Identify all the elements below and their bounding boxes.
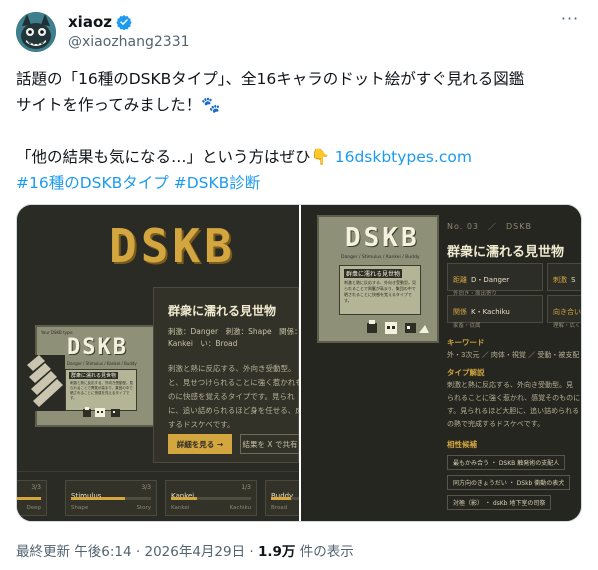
screen-logo: DSKB [345, 223, 420, 253]
bar-score: 3/3 [141, 484, 151, 491]
bar-track [271, 497, 299, 500]
compat-item[interactable]: 同方向のきょうだい ・ DSkb 衝動の表犬 [447, 475, 571, 490]
score-bar-buddy: Buddy Broad [265, 480, 299, 516]
compat-item[interactable]: 最もかみ合う ・ DSKB 触発術の支配人 [447, 455, 566, 470]
attr-relation: 関係 K・Kachiku 家畜・従属 [447, 295, 543, 329]
bar-fill [71, 497, 125, 500]
display-name[interactable]: xiaoz [68, 13, 112, 31]
card-title: 群衆に濡れる見世物 [168, 304, 277, 318]
bar-fill [17, 497, 41, 500]
hashtag-dskb[interactable]: #DSKB診断 [174, 174, 261, 192]
bar-pole-right: Deep [26, 505, 42, 511]
attr-label: 関係 [453, 308, 467, 316]
screen-box-text: 刺激と熱に反応する、外向き受動型。見られることで興奮が高まり、集団の中で晒される… [344, 280, 416, 303]
bar-fill [171, 497, 198, 500]
score-bar-stimulus: Stimulus 3/3 Shape Story [65, 480, 157, 516]
bar-score: 3/3 [31, 484, 41, 491]
timestamp[interactable]: 最終更新 午後6:14 · 2026年4月29日 · [16, 544, 258, 560]
screen-logo: DSKB [67, 335, 128, 360]
tweet-text: 話題の「16種のDSKBタイプ」、全16キャラのドット絵がすぐ見れる図鑑 サイト… [16, 66, 576, 196]
media-image-left[interactable]: DSKB Your DSKB type: DSKB Danger / Stimu… [17, 205, 299, 521]
attr-value: K・Kachiku [471, 308, 510, 316]
more-options-icon[interactable]: ··· [558, 11, 582, 32]
name-line: xiaoz [68, 13, 132, 31]
screen-sub: Danger / Stimulus / Kankei / Buddy [67, 361, 137, 366]
type-desc-line-4: の熱で完成するドスケベです。 [447, 420, 545, 428]
avatar[interactable] [16, 12, 56, 52]
handle[interactable]: @xiaozhang2331 [68, 34, 190, 50]
score-bar-danger: 3/3 Deep [17, 480, 47, 516]
type-screenshot: DSKB Danger / Stimulus / Kankei / Buddy … [317, 215, 439, 343]
keyword-text: 外・3次元 ／ 肉体・視覚 ／ 受動・被支配 [447, 351, 580, 359]
view-count: 1.9万 [257, 544, 296, 560]
tweet-line-3-text: 「他の結果も気になる…」という方はぜひ👇 [16, 148, 335, 166]
site-link[interactable]: 16dskbtypes.com [335, 148, 472, 166]
tweet-line-2: サイトを作ってみました！🐾 [16, 96, 221, 114]
screen-box-title: 群衆に濡れる見世物 [69, 372, 119, 379]
compat-heading: 相性候補 [447, 440, 477, 449]
type-desc-line-2: られることに強く惹かれ、感覚そのものに [447, 394, 581, 402]
attr-value: D・Danger [471, 276, 510, 284]
screen-box-text: 刺激と熱に反応する、外向き受動型。見られることで興奮が高まり、集団の中で晒される… [70, 381, 133, 400]
type-title: 群衆に濡れる見世物 [447, 245, 565, 260]
share-x-button[interactable]: 結果を X で共有 [240, 434, 299, 454]
tweet-header: xiaoz @xiaozhang2331 ··· [16, 10, 582, 54]
type-desc-line-1: 刺激と熱に反応する、外向き受動型。見 [447, 381, 573, 389]
card-meta: 刺激：Danger 刺激：Shape 関係：Kankei い：Broad [168, 327, 299, 348]
attr-sub: 理解・広く [553, 323, 581, 329]
pixel-characters-icon [367, 320, 429, 334]
screen-box-title: 群衆に濡れる見世物 [344, 269, 403, 278]
bar-pole-right: Kachiku [229, 505, 251, 511]
compat-item[interactable]: 対極（影） ・ dsKb 地下室の司祭 [447, 495, 552, 510]
bar-pole-right: Story [136, 505, 151, 511]
attr-distance: 距離 D・Danger 外向き・露出寄り [447, 263, 543, 297]
score-bar-kankei: Kankei 1/3 Kankei Kachiku [165, 480, 257, 516]
bar-track [17, 497, 41, 500]
dskb-logo: DSKB [109, 219, 236, 273]
card-description: 刺激と熱に反応する、外向き受動型。と、見せつけられることに強く惹かれものに快感を… [168, 364, 299, 429]
screen-sub: Danger / Stimulus / Kankei / Buddy [341, 255, 420, 260]
result-card: 群衆に濡れる見世物 刺激：Danger 刺激：Shape 関係：Kankei い… [153, 287, 299, 463]
score-bars: 3/3 Deep Stimulus 3/3 Shape Story Kankei… [17, 471, 299, 521]
keyword-heading: キーワード [447, 338, 485, 347]
type-desc-heading: タイプ解説 [447, 368, 485, 377]
media-image-right[interactable]: DSKB Danger / Stimulus / Kankei / Buddy … [301, 205, 581, 521]
tweet-line-3: 「他の結果も気になる…」という方はぜひ👇 16dskbtypes.com [16, 144, 576, 170]
avatar-image [16, 12, 56, 52]
hashtag-line: #16種のDSKBタイプ #DSKB診断 [16, 170, 576, 196]
bar-fill [271, 497, 291, 500]
attr-label: 刺激 [553, 276, 567, 284]
bar-pole-left: Kankei [171, 505, 190, 511]
attr-label: 向き合い [553, 308, 581, 316]
hashtag-16types[interactable]: #16種のDSKBタイプ [16, 174, 169, 192]
bar-track [71, 497, 151, 500]
attr-sub: 家畜・従属 [453, 323, 481, 329]
attr-stimulus: 刺激 S [547, 263, 581, 291]
detail-button[interactable]: 詳細を見る → [168, 434, 232, 454]
striped-flag-icon [25, 355, 65, 411]
pixel-characters-icon [83, 407, 120, 417]
attr-value: S [571, 276, 576, 284]
attr-facing: 向き合い 理解・広く [547, 295, 581, 329]
attr-label: 距離 [453, 276, 467, 284]
tweet-line-1: 話題の「16種のDSKBタイプ」、全16キャラのドット絵がすぐ見れる図鑑 [16, 70, 525, 88]
type-desc-line-3: す。見られるほど大胆に、追い詰められる [447, 407, 580, 415]
screen-box: 群衆に濡れる見世物 刺激と熱に反応する、外向き受動型。見られることで興奮が高まり… [339, 265, 421, 315]
tweet-meta: 最終更新 午後6:14 · 2026年4月29日 · 1.9万 件の表示 [16, 540, 354, 560]
media-grid[interactable]: DSKB Your DSKB type: DSKB Danger / Stimu… [16, 204, 582, 522]
bar-pole-left: Shape [71, 505, 89, 511]
bar-score: 1/3 [241, 484, 251, 491]
bar-track [171, 497, 251, 500]
view-suffix: 件の表示 [295, 544, 354, 560]
type-number: No. 03 ／ DSKB [447, 222, 532, 231]
bar-pole-left: Broad [271, 505, 288, 511]
verified-badge-icon [116, 15, 132, 30]
